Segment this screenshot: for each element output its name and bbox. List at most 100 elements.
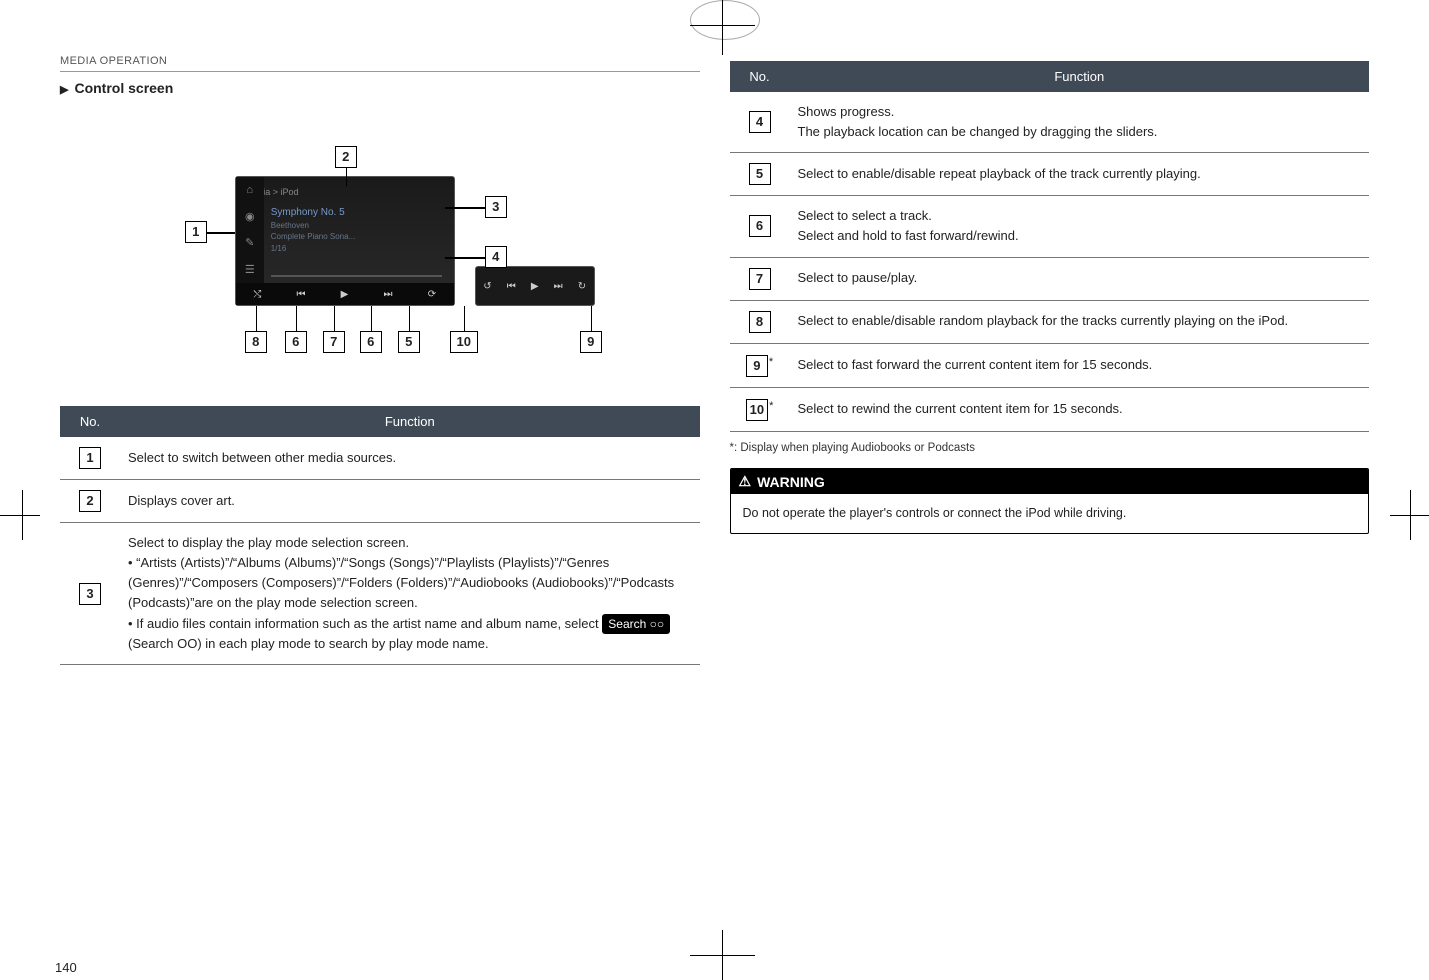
disc-icon[interactable]: ◉ bbox=[245, 210, 255, 223]
right-column: No. Function 4 Shows progress. The playb… bbox=[730, 55, 1370, 950]
registration-mark-bottom-h bbox=[690, 955, 755, 956]
row-num: 9 bbox=[746, 355, 768, 377]
warning-body: Do not operate the player's controls or … bbox=[731, 494, 1369, 533]
rewind-15-icon[interactable]: ↺ bbox=[483, 281, 491, 292]
registration-mark-right-v bbox=[1410, 490, 1411, 540]
registration-mark-top bbox=[722, 0, 723, 55]
leader-4 bbox=[445, 257, 485, 259]
row-num: 1 bbox=[79, 447, 101, 469]
table-row: 5 Select to enable/disable repeat playba… bbox=[730, 153, 1370, 196]
row-star: * bbox=[769, 400, 773, 412]
table-row: 4 Shows progress. The playback location … bbox=[730, 92, 1370, 153]
row-num: 3 bbox=[79, 583, 101, 605]
next-mini-icon[interactable]: ⏭ bbox=[554, 281, 563, 292]
row-text: Select to pause/play. bbox=[790, 257, 1370, 300]
callout-7: 7 bbox=[323, 331, 345, 353]
row-text: Shows progress. The playback location ca… bbox=[790, 92, 1370, 153]
triangle-icon: ▶ bbox=[60, 84, 68, 96]
repeat-icon[interactable]: ⟳ bbox=[428, 289, 436, 300]
function-table-right: No. Function 4 Shows progress. The playb… bbox=[730, 61, 1370, 432]
table-row: 8 Select to enable/disable random playba… bbox=[730, 300, 1370, 343]
leader-5 bbox=[409, 306, 411, 331]
row-star: * bbox=[769, 356, 773, 368]
registration-mark-left-v bbox=[22, 490, 23, 540]
leader-9 bbox=[591, 306, 593, 331]
playback-controls-bar: ⤭ ⏮ ▶ ⏭ ⟳ bbox=[236, 283, 454, 305]
callout-6a: 6 bbox=[285, 331, 307, 353]
table-row: 10* Select to rewind the current content… bbox=[730, 387, 1370, 431]
row-num: 10 bbox=[746, 399, 768, 421]
row-num: 7 bbox=[749, 268, 771, 290]
left-column: MEDIA OPERATION ▶Control screen Media > … bbox=[60, 55, 700, 950]
list-icon[interactable]: ☰ bbox=[245, 263, 255, 276]
page-number: 140 bbox=[55, 960, 77, 975]
registration-oval-top bbox=[690, 0, 760, 40]
subheading: ▶Control screen bbox=[60, 80, 700, 96]
row-text: Select to enable/disable random playback… bbox=[790, 300, 1370, 343]
table-row: 7 Select to pause/play. bbox=[730, 257, 1370, 300]
row-text: Displays cover art. bbox=[120, 480, 700, 523]
section-label: MEDIA OPERATION bbox=[60, 55, 700, 72]
row-text: Select to rewind the current content ite… bbox=[790, 387, 1370, 431]
table-row: 3 Select to display the play mode select… bbox=[60, 523, 700, 665]
function-table-left: No. Function 1 Select to switch between … bbox=[60, 406, 700, 665]
previous-track-icon[interactable]: ⏮ bbox=[297, 289, 306, 300]
th-no-left: No. bbox=[60, 406, 120, 437]
leader-6a bbox=[296, 306, 298, 331]
leader-8 bbox=[256, 306, 258, 331]
table-row: 1 Select to switch between other media s… bbox=[60, 437, 700, 480]
row-num: 5 bbox=[749, 163, 771, 185]
row-text: Select to select a track. Select and hol… bbox=[790, 196, 1370, 257]
shuffle-icon[interactable]: ⤭ bbox=[253, 289, 261, 300]
th-function-right: Function bbox=[790, 61, 1370, 92]
callout-2: 2 bbox=[335, 146, 357, 168]
device-icon[interactable]: ✎ bbox=[245, 236, 254, 249]
th-function-left: Function bbox=[120, 406, 700, 437]
callout-5: 5 bbox=[398, 331, 420, 353]
table-row: 9* Select to fast forward the current co… bbox=[730, 343, 1370, 387]
table-row: 6 Select to select a track. Select and h… bbox=[730, 196, 1370, 257]
callout-1: 1 bbox=[185, 221, 207, 243]
table-row: 2 Displays cover art. bbox=[60, 480, 700, 523]
th-no-right: No. bbox=[730, 61, 790, 92]
home-icon[interactable]: ⌂ bbox=[246, 184, 253, 196]
play-mini-icon[interactable]: ▶ bbox=[531, 281, 539, 292]
row-num: 2 bbox=[79, 490, 101, 512]
ipod-screenshot: Media > iPod Symphony No. 5 Beethoven Co… bbox=[235, 176, 455, 306]
row-text: Select to enable/disable repeat playback… bbox=[790, 153, 1370, 196]
row-text-complex: Select to display the play mode selectio… bbox=[120, 523, 700, 665]
callout-10: 10 bbox=[450, 331, 478, 353]
control-screen-diagram: Media > iPod Symphony No. 5 Beethoven Co… bbox=[155, 116, 605, 376]
page-content: MEDIA OPERATION ▶Control screen Media > … bbox=[60, 55, 1369, 950]
callout-9: 9 bbox=[580, 331, 602, 353]
track-title: Symphony No. 5 bbox=[271, 207, 345, 218]
row-text: Select to fast forward the current conte… bbox=[790, 343, 1370, 387]
callout-4: 4 bbox=[485, 246, 507, 268]
progress-bar[interactable] bbox=[271, 275, 442, 277]
row-lead: Select to display the play mode selectio… bbox=[128, 535, 409, 550]
play-icon[interactable]: ▶ bbox=[341, 289, 349, 300]
source-sidebar: ⌂ ◉ ✎ ☰ bbox=[236, 177, 264, 283]
mini-controls-panel: ↺ ⏮ ▶ ⏭ ↻ bbox=[475, 266, 595, 306]
artist-name: Beethoven bbox=[271, 221, 309, 230]
row-num: 4 bbox=[749, 111, 771, 133]
leader-10 bbox=[464, 306, 466, 331]
callout-3: 3 bbox=[485, 196, 507, 218]
album-name: Complete Piano Sona... bbox=[271, 232, 356, 241]
forward-15-icon[interactable]: ↻ bbox=[578, 281, 586, 292]
next-track-icon[interactable]: ⏭ bbox=[384, 289, 393, 300]
registration-mark-top-h bbox=[690, 25, 755, 26]
leader-2 bbox=[346, 168, 348, 186]
row-text: Select to switch between other media sou… bbox=[120, 437, 700, 480]
warning-header: ⚠ WARNING bbox=[731, 469, 1369, 494]
footnote: *: Display when playing Audiobooks or Po… bbox=[730, 442, 1370, 454]
bullet-1: “Artists (Artists)”/“Albums (Albums)”/“S… bbox=[128, 553, 692, 613]
row-num: 8 bbox=[749, 311, 771, 333]
leader-7 bbox=[334, 306, 336, 331]
leader-1 bbox=[207, 232, 235, 234]
callout-8: 8 bbox=[245, 331, 267, 353]
registration-mark-left bbox=[0, 515, 40, 516]
prev-mini-icon[interactable]: ⏮ bbox=[507, 281, 516, 292]
warning-icon: ⚠ bbox=[739, 473, 752, 490]
track-index: 1/16 bbox=[271, 244, 287, 253]
